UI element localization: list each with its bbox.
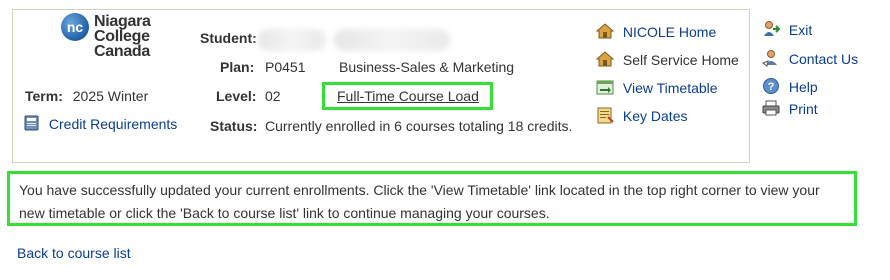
- nav-link-label: Self Service Home: [622, 52, 739, 68]
- student-id-redacted: [258, 29, 326, 51]
- side-link-label: Contact Us: [788, 51, 859, 67]
- nav-link-label: View Timetable: [622, 80, 718, 96]
- student-name-redacted: [334, 29, 450, 51]
- status-label: Status:: [210, 118, 258, 134]
- help-icon: ?: [763, 78, 779, 94]
- level-value: 02: [265, 88, 281, 104]
- enrollment-success-message: You have successfully updated your curre…: [7, 171, 857, 226]
- home-icon: [595, 51, 615, 67]
- side-link-help[interactable]: ? Help: [762, 77, 818, 95]
- nav-link-label: Key Dates: [622, 108, 688, 124]
- side-link-exit[interactable]: Exit: [762, 20, 812, 38]
- course-load-link[interactable]: Full-Time Course Load: [337, 88, 479, 104]
- college-logo-text: Niagara College Canada: [94, 13, 151, 60]
- logo-line-3: Canada: [94, 43, 150, 60]
- side-link-label: Exit: [788, 22, 813, 38]
- college-logo-icon: nc: [61, 13, 89, 41]
- status-value: Currently enrolled in 6 courses totaling…: [265, 118, 573, 134]
- print-icon: [762, 100, 780, 116]
- home-icon: [595, 23, 615, 39]
- nav-link-label: NICOLE Home: [622, 24, 717, 40]
- side-link-print[interactable]: Print: [762, 99, 818, 117]
- credit-requirements-link[interactable]: Credit Requirements: [23, 114, 177, 132]
- nav-link-key-dates[interactable]: Key Dates: [596, 106, 687, 124]
- term-value: 2025 Winter: [72, 88, 149, 104]
- nav-link-nicole-home[interactable]: NICOLE Home: [595, 22, 717, 40]
- nav-link-self-service-home[interactable]: Self Service Home: [595, 50, 739, 68]
- nav-link-view-timetable[interactable]: View Timetable: [596, 78, 718, 96]
- book-icon: [24, 115, 39, 131]
- logo-line-2: College: [94, 28, 150, 45]
- plan-name: Business-Sales & Marketing: [339, 59, 515, 75]
- plan-code: P0451: [265, 59, 306, 75]
- back-to-course-list-link[interactable]: Back to course list: [17, 245, 131, 261]
- svg-text:?: ?: [768, 81, 775, 93]
- timetable-icon: [596, 80, 614, 95]
- credit-requirements-label: Credit Requirements: [48, 116, 178, 132]
- side-link-label: Help: [788, 79, 818, 95]
- level-label: Level:: [216, 88, 257, 104]
- term-row: Term: 2025 Winter: [25, 88, 148, 104]
- plan-label: Plan:: [220, 59, 255, 75]
- side-link-contact-us[interactable]: Contact Us: [761, 49, 859, 67]
- term-label: Term:: [25, 88, 63, 104]
- calendar-icon: [597, 107, 614, 124]
- side-link-label: Print: [788, 101, 818, 117]
- student-label: Student:: [200, 30, 257, 46]
- logo-line-1: Niagara: [94, 13, 151, 30]
- contact-icon: [761, 50, 777, 67]
- exit-icon: [764, 21, 781, 36]
